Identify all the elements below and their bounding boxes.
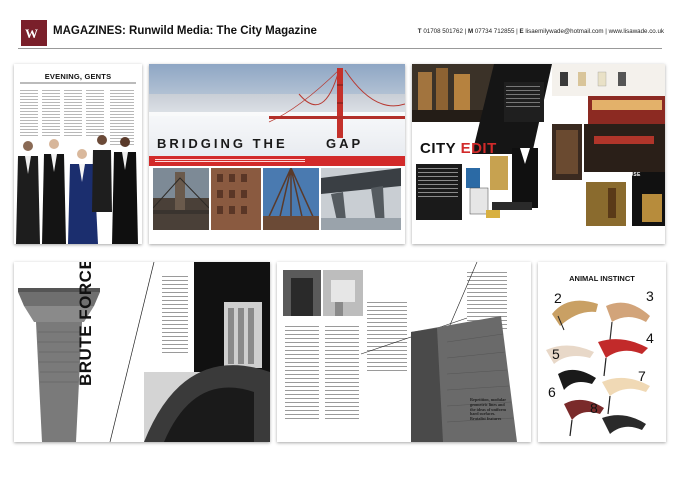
email-value: lisaemilywade@hotmail.com: [525, 28, 604, 35]
phone-label: T: [417, 28, 422, 35]
text-column: [42, 90, 60, 138]
item-number: 7: [638, 368, 646, 384]
separator: |: [516, 28, 518, 35]
header-divider: [18, 48, 662, 49]
text-column: [64, 90, 82, 138]
text-column: [86, 90, 104, 138]
brutalist-tower-photo: [18, 262, 270, 442]
item-number: 3: [646, 288, 654, 304]
page-title: MAGAZINES: Runwild Media: The City Magaz…: [53, 25, 317, 37]
spread-headline: BRUTE FORCE: [76, 262, 96, 386]
spread-headline-left: BRIDGING THE: [157, 136, 288, 151]
models-photo: [16, 135, 138, 244]
mobile-label: M: [467, 28, 474, 35]
phone-value: 01708 501762: [423, 28, 463, 35]
text-column: [20, 90, 38, 138]
item-number: 8: [590, 400, 598, 416]
spread-headline: CITY EDIT: [420, 140, 497, 157]
spread-concrete-architecture: Repetition, modular geometric lines and …: [277, 262, 531, 442]
brooklyn-bridge-photo: [153, 168, 209, 230]
contact-line: T 01708 501762 | M 07734 712855 | E lisa…: [418, 28, 664, 35]
separator: |: [464, 28, 467, 35]
mobile-value: 07734 712855: [474, 28, 515, 35]
headline-brute: BRUTE: [76, 324, 95, 386]
item-number: 5: [552, 346, 560, 362]
spread-animal-instinct: ANIMAL INSTINCT 2 3 4 5 6 7 8: [538, 262, 666, 442]
portfolio-header: W MAGAZINES: Runwild Media: The City Mag…: [0, 0, 680, 52]
suspension-bridge-photo: [263, 168, 319, 230]
section-label: MANSION HOUSE: [594, 172, 641, 178]
item-number: 2: [554, 290, 562, 306]
website-value: www.lisawade.co.uk: [608, 28, 664, 35]
bridge-underside-photo: [321, 168, 401, 230]
pull-quote: Repetition, modular geometric lines and …: [470, 397, 506, 422]
brand-logo: W: [21, 20, 47, 46]
spread-bridging-the-gap: BRIDGING THE GAP: [149, 64, 405, 244]
spread-city-edit: CITY EDIT MANSION HOUSE: [412, 64, 665, 244]
shoes-collage: [546, 300, 650, 437]
headline-force: FORCE: [76, 262, 95, 320]
item-number: 4: [646, 330, 654, 346]
logo-letter: W: [25, 26, 38, 41]
standfirst: [20, 82, 136, 84]
spread-evening-gents: EVENING, GENTS: [14, 64, 142, 244]
spread-headline: ANIMAL INSTINCT: [569, 274, 635, 283]
brick-building-photo: [211, 168, 261, 230]
standfirst-text: [155, 159, 305, 163]
spread-headline-right: GAP: [326, 136, 364, 151]
headline-edit: EDIT: [460, 140, 497, 157]
spread-headline: EVENING, GENTS: [44, 72, 112, 81]
separator: |: [605, 28, 607, 35]
item-number: 6: [548, 384, 556, 400]
headline-city: CITY: [420, 140, 456, 157]
email-label: E: [519, 28, 524, 35]
spread-brute-force: BRUTE FORCE: [14, 262, 270, 442]
